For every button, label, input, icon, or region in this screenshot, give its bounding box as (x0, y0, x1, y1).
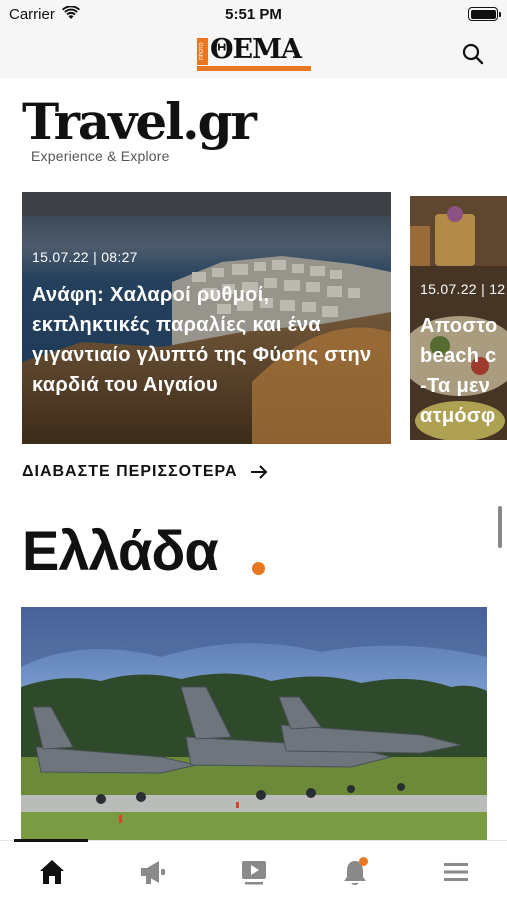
logo-wordmark: ΘΕΜΑ (210, 34, 302, 65)
active-tab-indicator (14, 839, 88, 842)
home-icon[interactable] (37, 857, 67, 887)
article-photo[interactable] (21, 607, 487, 840)
section-title-dot (252, 562, 265, 575)
bottom-tab-bar (0, 839, 507, 900)
travel-card-2-date: 15.07.22 | 12 (420, 281, 506, 297)
logo-tag: ΠΡΩΤΟ (197, 38, 208, 65)
headline-line: beach c (420, 345, 497, 367)
scrollbar[interactable] (498, 506, 502, 548)
status-bar: Carrier 5:51 PM (0, 0, 507, 30)
headline-line: Αποστο (420, 315, 498, 337)
notifications-tab[interactable] (340, 857, 370, 887)
read-more-link[interactable]: ΔΙΑΒΑΣΤΕ ΠΕΡΙΣΣΟΤΕΡΑ (22, 463, 268, 481)
travel-card-1[interactable]: 15.07.22 | 08:27 Ανάφη: Χαλαροί ρυθμοί, … (22, 192, 391, 444)
headline-line: -Τα μεν (420, 375, 491, 397)
protothema-logo[interactable]: ΠΡΩΤΟ ΘΕΜΑ (197, 34, 311, 74)
travel-section-subtitle: Experience & Explore (31, 148, 170, 164)
headline-line: ατμόσφ (420, 405, 496, 427)
clock: 5:51 PM (225, 6, 282, 23)
travel-section-title[interactable]: Travel.gr (22, 92, 257, 152)
travel-card-1-date: 15.07.22 | 08:27 (32, 249, 138, 265)
megaphone-icon[interactable] (138, 857, 168, 887)
video-icon[interactable] (239, 857, 269, 887)
section-title-ellada[interactable]: Ελλάδα (22, 516, 219, 586)
menu-icon[interactable] (441, 857, 471, 887)
logo-underline (197, 66, 311, 71)
travel-card-2[interactable]: 15.07.22 | 12 Αποστο beach c -Τα μεν ατμ… (410, 196, 507, 440)
search-icon[interactable] (461, 42, 485, 66)
battery-icon (468, 7, 501, 21)
arrow-right-icon (250, 465, 267, 479)
travel-card-2-headline[interactable]: Αποστο beach c -Τα μεν ατμόσφ (420, 311, 507, 431)
app-header: ΠΡΩΤΟ ΘΕΜΑ (0, 30, 507, 78)
read-more-label: ΔΙΑΒΑΣΤΕ ΠΕΡΙΣΣΟΤΕΡΑ (22, 463, 238, 480)
travel-card-1-headline[interactable]: Ανάφη: Χαλαροί ρυθμοί, εκπληκτικές παραλ… (32, 280, 383, 400)
notification-badge (359, 857, 368, 866)
